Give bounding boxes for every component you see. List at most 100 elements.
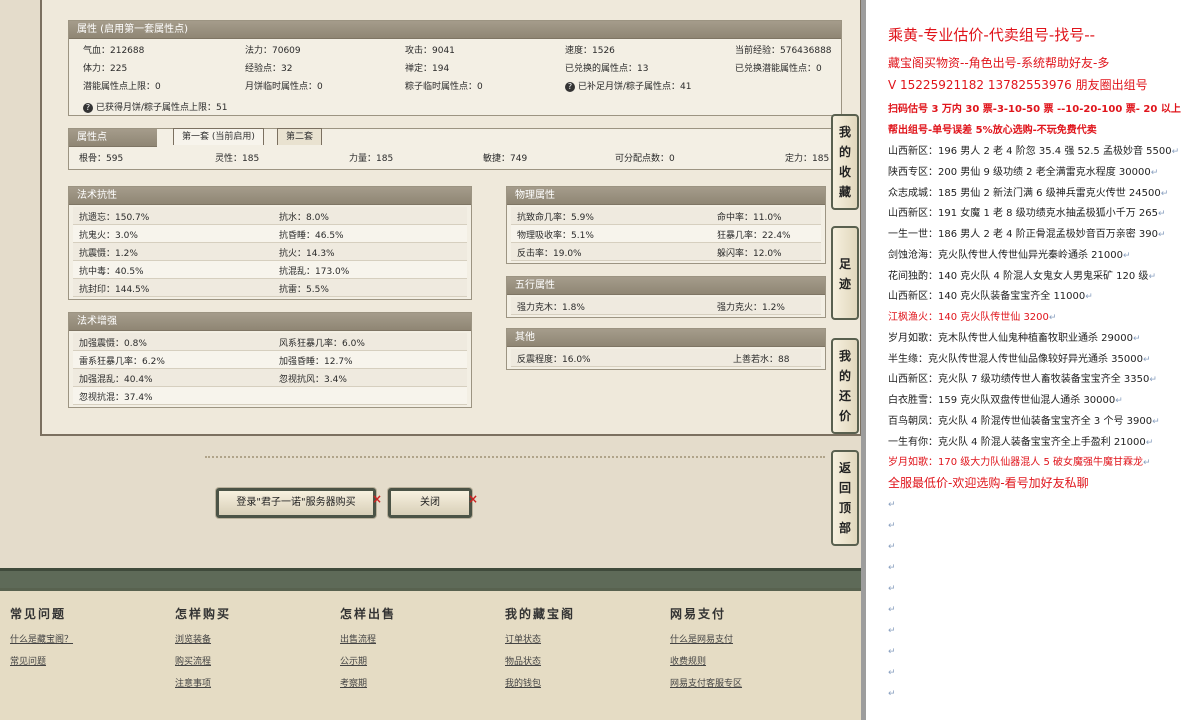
magic-resist-label: 抗雷：5.5% xyxy=(279,285,329,295)
magic-boost-row: 忽视抗混：37.4% xyxy=(73,387,467,405)
attribute-value: 速度：1526 xyxy=(565,46,615,56)
paragraph-mark: ↵ xyxy=(888,626,896,636)
attributes-title: 属性 (启用第一套属性点) xyxy=(69,21,841,39)
footer-column: 常见问题 什么是藏宝阁？ 常见问题 xyxy=(10,605,160,676)
my-favorites-button[interactable]: 我的收藏 xyxy=(831,114,859,210)
footer-heading: 怎样出售 xyxy=(340,607,397,621)
point-value: 力量：185 xyxy=(349,154,394,164)
point-value: 灵性：185 xyxy=(215,154,260,164)
tab-set-two[interactable]: 第二套 xyxy=(277,128,323,145)
footer-link[interactable]: 什么是网易支付 xyxy=(670,632,820,645)
magic-boost-label: 风系狂暴几率：6.0% xyxy=(279,339,365,349)
other-row: 反震程度：16.0% 上善若水：88 xyxy=(511,349,821,367)
physical-row: 物理吸收率：5.1% 狂暴几率：22.4% xyxy=(511,225,821,243)
attribute-value: 法力：70609 xyxy=(245,46,301,56)
footer-heading: 我的藏宝阁 xyxy=(505,607,576,621)
five-elements-title: 五行属性 xyxy=(507,277,825,295)
magic-boost-label: 忽视抗风：3.4% xyxy=(279,375,347,385)
magic-resist-row: 抗中毒：40.5% 抗混乱：173.0% xyxy=(73,261,467,279)
my-offers-button[interactable]: 我的还价 xyxy=(831,338,859,434)
footer-link[interactable]: 公示期 xyxy=(340,654,490,667)
point-value: 可分配点数：0 xyxy=(615,154,675,164)
footer-link[interactable]: 出售流程 xyxy=(340,632,490,645)
footer-link[interactable]: 什么是藏宝阁？ xyxy=(10,632,160,645)
attribute-value: 潜能属性点上限：0 xyxy=(83,82,161,92)
side-button-label: 我的还价 xyxy=(838,349,851,423)
attribute-value: ? 已补足月饼/粽子属性点：41 xyxy=(565,79,692,92)
back-to-top-button[interactable]: 返回顶部 xyxy=(831,450,859,546)
other-label: 反震程度：16.0% xyxy=(517,355,591,365)
attribute-value: 粽子临时属性点：0 xyxy=(405,82,483,92)
side-button-label: 足迹 xyxy=(838,257,851,291)
magic-boost-row: 加强混乱：40.4% 忽视抗风：3.4% xyxy=(73,369,467,387)
attribute-value: 攻击：9041 xyxy=(405,46,455,56)
paragraph-mark: ↵ xyxy=(888,605,896,615)
close-button[interactable]: 关闭 xyxy=(388,488,472,518)
magic-resist-row: 抗封印：144.5% 抗雷：5.5% xyxy=(73,279,467,297)
listing-line: 山西新区：克火队 7 级功绩传世人畜牧装备宝宝齐全 3350↵ xyxy=(888,374,1157,386)
listing-line: 一生一世：186 男人 2 老 4 阶正骨混孟极妙音百万亲密 390↵ xyxy=(888,229,1166,240)
magic-resist-label: 抗混乱：173.0% xyxy=(279,267,350,277)
other-title: 其他 xyxy=(507,329,825,347)
other-label: 上善若水：88 xyxy=(733,355,790,365)
paragraph-mark: ↵ xyxy=(888,500,896,510)
magic-resist-row: 抗鬼火：3.0% 抗昏睡：46.5% xyxy=(73,225,467,243)
attribute-value: 气血：212688 xyxy=(83,46,145,56)
footer-link[interactable]: 考察期 xyxy=(340,676,490,689)
buy-on-server-button[interactable]: 登录"君子一诺"服务器购买 xyxy=(216,488,376,518)
footer-heading: 网易支付 xyxy=(670,607,727,621)
listing-line: 花间独酌：140 克火队 4 阶混人女鬼女人男鬼采矿 120 级↵ xyxy=(888,270,1156,282)
footer-column: 我的藏宝阁订单状态物品状态我的钱包 xyxy=(505,605,655,698)
side-button-label: 我的收藏 xyxy=(838,125,851,199)
magic-boost-label: 加强混乱：40.4% xyxy=(79,375,153,385)
tab-set-one[interactable]: 第一套 (当前启用) xyxy=(173,128,264,145)
footer-link[interactable]: 网易支付客服专区 xyxy=(670,676,820,689)
footer-heading: 常见问题 xyxy=(10,607,67,621)
attribute-value: 体力：225 xyxy=(83,64,128,74)
close-x-icon: × xyxy=(468,492,479,506)
footer-link[interactable]: 我的钱包 xyxy=(505,676,655,689)
five-elements-row: 强力克木：1.8% 强力克火：1.2% xyxy=(511,297,821,315)
magic-resist-label: 抗鬼火：3.0% xyxy=(79,231,138,241)
other-section: 其他 反震程度：16.0% 上善若水：88 xyxy=(506,328,826,370)
physical-label: 狂暴几率：22.4% xyxy=(717,231,791,241)
footer-link[interactable]: 物品状态 xyxy=(505,654,655,667)
point-value: 根骨：595 xyxy=(79,154,124,164)
footer-link[interactable]: 订单状态 xyxy=(505,632,655,645)
footer-link[interactable]: 常见问题 xyxy=(10,654,160,667)
site-footer: 常见问题 什么是藏宝阁？ 常见问题 怎样购买 浏览装备 购买流程 注意事项 怎样出售 出售流程公… xyxy=(0,588,866,720)
attribute-value: 已兑换潜能属性点：0 xyxy=(735,64,822,74)
footer-heading: 怎样购买 xyxy=(175,607,232,621)
footer-link[interactable]: 浏览装备 xyxy=(175,632,325,645)
paragraph-mark: ↵ xyxy=(888,521,896,531)
physical-title: 物理属性 xyxy=(507,187,825,205)
ad-line-4: 帮出组号-单号误差 5%放心选购-不玩免费代卖 xyxy=(888,125,1097,136)
ad-line-2: V 15225921182 13782553976 朋友圈出组号 xyxy=(888,78,1148,92)
magic-boost-row: 雷系狂暴几率：6.2% 加强昏睡：12.7% xyxy=(73,351,467,369)
close-x-icon: × xyxy=(372,492,383,506)
physical-label: 反击率：19.0% xyxy=(517,249,582,259)
paragraph-mark: ↵ xyxy=(888,563,896,573)
footer-column: 怎样出售出售流程公示期考察期 xyxy=(340,605,490,698)
magic-boost-title: 法术增强 xyxy=(69,313,471,331)
magic-resist-section: 法术抗性 抗遗忘：150.7% 抗水：8.0% 抗鬼火：3.0% 抗昏睡：46.5% 抗… xyxy=(68,186,472,300)
points-section: 属性点 第一套 (当前启用) 第二套 根骨：595 灵性：185 力量：185 敏捷：… xyxy=(68,128,842,170)
magic-boost-label: 加强昏睡：12.7% xyxy=(279,357,353,367)
footer-link[interactable]: 收费规则 xyxy=(670,654,820,667)
attribute-value: 已兑换的属性点：13 xyxy=(565,64,649,74)
listing-line: 山西新区：196 男人 2 老 4 阶忽 35.4 强 52.5 孟极妙音 55… xyxy=(888,146,1180,157)
footer-link[interactable]: 注意事项 xyxy=(175,676,325,689)
question-icon: ? xyxy=(83,102,93,113)
ad-document-panel: 乘黄-专业估价-代卖组号-找号-- 藏宝阁买物资--角色出号-系统帮助好友-多 … xyxy=(878,0,1188,720)
physical-label: 物理吸收率：5.1% xyxy=(517,231,594,241)
listing-line: 半生缘：克火队传世混人传世仙品像较好异光通杀 35000↵ xyxy=(888,353,1151,365)
footprint-button[interactable]: 足迹 xyxy=(831,226,859,320)
footer-link[interactable]: 购买流程 xyxy=(175,654,325,667)
five-elements-label: 强力克木：1.8% xyxy=(517,303,585,313)
five-elements-section: 五行属性 强力克木：1.8% 强力克火：1.2% xyxy=(506,276,826,318)
attribute-note: ? 已获得月饼/粽子属性点上限：51 xyxy=(83,100,228,113)
attribute-value: 月饼临时属性点：0 xyxy=(245,82,323,92)
role-detail-panel: 属性 (启用第一套属性点) ? 已获得月饼/粽子属性点上限：51 气血：21268… xyxy=(40,0,862,436)
listing-line: 山西新区：140 克火队装备宝宝齐全 11000↵ xyxy=(888,291,1093,303)
point-value: 敏捷：749 xyxy=(483,154,528,164)
